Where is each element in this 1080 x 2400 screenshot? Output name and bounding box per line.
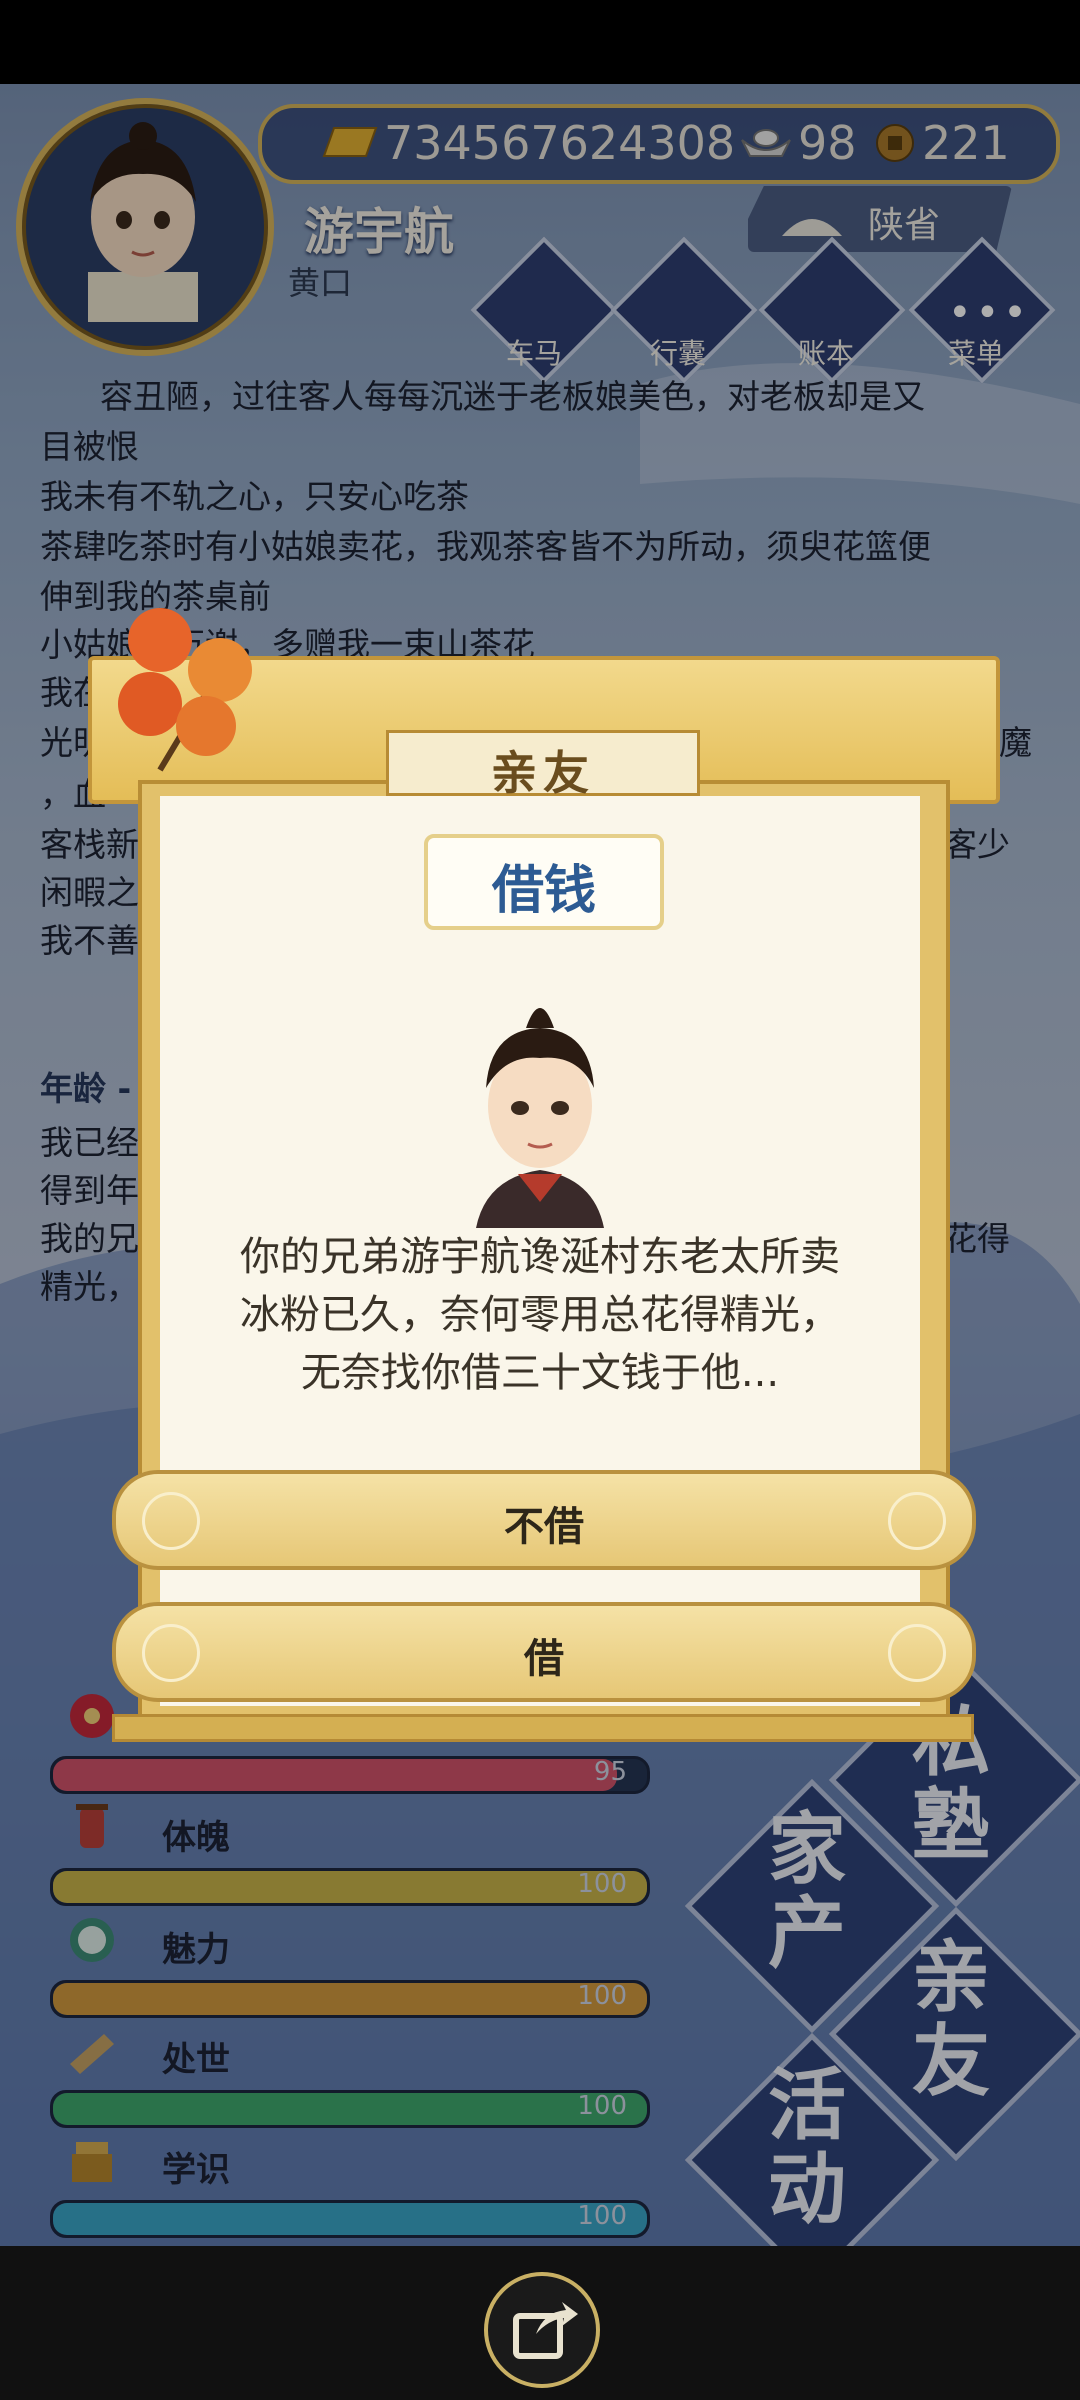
accept-label: 借 <box>524 1636 564 1682</box>
cloud-ornament-icon <box>888 1624 946 1682</box>
brother-portrait-icon <box>476 1008 604 1228</box>
status-bar <box>0 0 1080 84</box>
share-icon <box>513 2302 578 2359</box>
decline-label: 不借 <box>504 1504 584 1550</box>
event-message: 你的兄弟游宇航谗涎村东老太所卖 冰粉已久，奈何零用总花得精光， 无奈找你借三十文… <box>190 1228 890 1402</box>
share-button[interactable] <box>484 2272 600 2388</box>
cloud-ornament-icon <box>888 1492 946 1550</box>
dialog-title-plate: 亲友 <box>386 730 700 800</box>
persimmon-decoration-icon <box>118 608 252 772</box>
event-title: 借钱 <box>491 861 596 921</box>
event-message-line: 冰粉已久，奈何零用总花得精光， <box>240 1292 840 1338</box>
event-title-plate: 借钱 <box>424 834 664 930</box>
event-message-line: 无奈找你借三十文钱于他... <box>300 1350 780 1396</box>
decline-button[interactable]: 不借 <box>112 1470 976 1570</box>
accept-button[interactable]: 借 <box>112 1602 976 1702</box>
event-message-line: 你的兄弟游宇航谗涎村东老太所卖 <box>240 1234 840 1280</box>
dialog-scroll-bottom <box>112 1714 974 1742</box>
dialog-title: 亲友 <box>491 746 595 800</box>
